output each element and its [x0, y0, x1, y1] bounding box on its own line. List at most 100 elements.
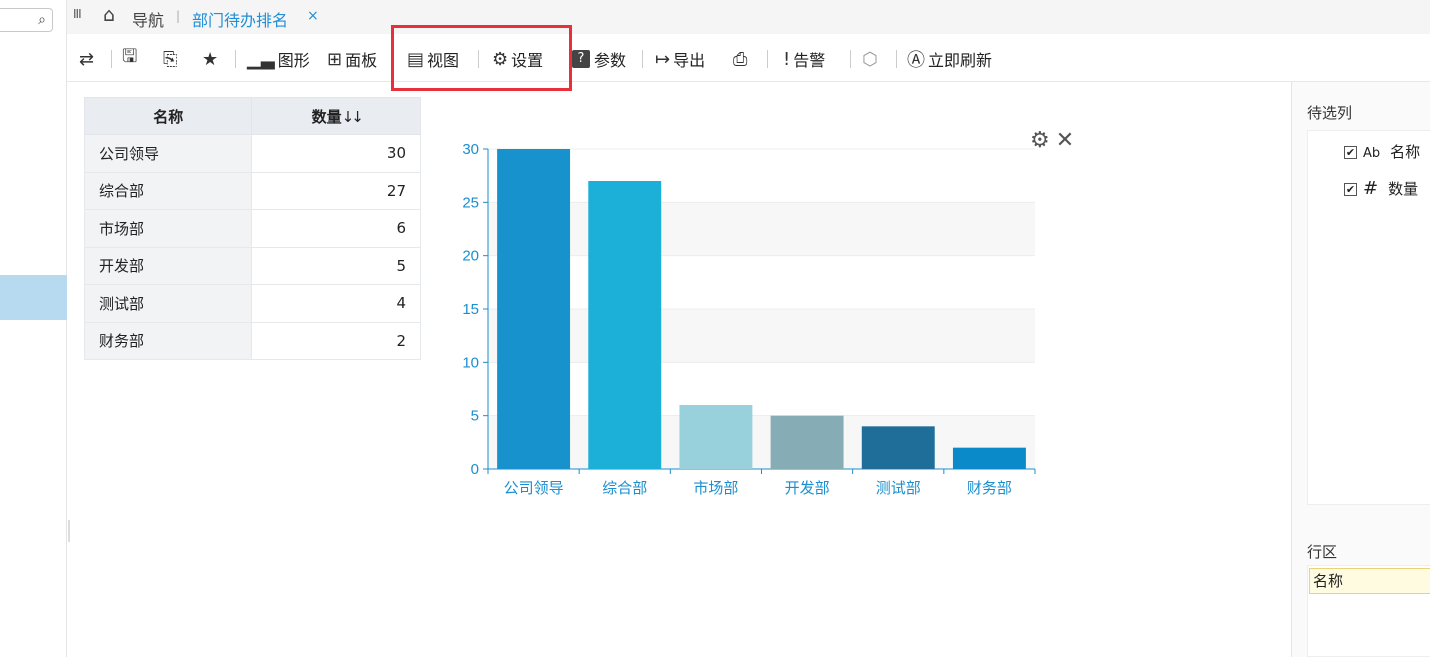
count-header-label: 数量: [311, 107, 342, 126]
help-icon: ?: [572, 50, 590, 68]
save-icon[interactable]: 🖫: [122, 46, 140, 70]
chart-label: 图形: [277, 51, 310, 70]
text-type-icon: Ab: [1363, 146, 1381, 161]
bar-chart-icon: ▁▃: [247, 48, 275, 70]
bar-chart: 0 5 10 15 20 25 30 公司领导 综合部 市场部 开发部 测试部 财务部: [462, 141, 1036, 497]
chart-tools: ⚙ ✕: [1030, 128, 1080, 153]
chart-bar: [588, 181, 662, 469]
cell-count: 5: [251, 246, 421, 285]
cell-name: 综合部: [83, 171, 253, 210]
y-tick-label: 10: [462, 354, 479, 371]
panel-label: 面板: [345, 51, 378, 70]
refresh-now-button[interactable]: Ⓐ 立即刷新: [907, 48, 993, 71]
x-tick-label: 开发部: [785, 479, 830, 497]
cell-count: 2: [251, 321, 421, 360]
home-icon[interactable]: ⌂: [103, 4, 115, 26]
table-row[interactable]: 市场部 6: [83, 209, 421, 248]
row-area-title: 行区: [1307, 543, 1338, 561]
x-tick-label: 测试部: [876, 479, 921, 497]
search-input[interactable]: ⌕: [0, 8, 53, 32]
breadcrumb-separator: |: [176, 9, 181, 23]
table-row[interactable]: 公司领导 30: [83, 134, 421, 173]
cell-name: 财务部: [83, 321, 253, 360]
export-icon: ↦: [655, 48, 671, 70]
column-header-name[interactable]: 名称: [83, 97, 253, 135]
field-name[interactable]: ✔ Ab 名称: [1344, 141, 1420, 162]
right-panel: 待选列 ✔ Ab 名称 ✔ # 数量 行区 名称: [1291, 82, 1430, 657]
alert-label: 告警: [793, 51, 826, 70]
number-type-icon: #: [1363, 178, 1379, 199]
refresh-now-label: 立即刷新: [928, 51, 993, 70]
field-count[interactable]: ✔ # 数量: [1344, 178, 1418, 199]
sort-icon[interactable]: ↓↓: [342, 108, 364, 126]
toolbar-divider: [111, 50, 112, 68]
data-table: 名称 数量↓↓ 公司领导 30 综合部 27 市场部 6 开发部 5 测试部 4 财务部 2: [83, 97, 421, 360]
field-count-label: 数量: [1388, 180, 1419, 198]
row-field-chip[interactable]: 名称: [1309, 568, 1430, 594]
toolbar: ⇄ 🖫 ⎘ ★ ▁▃ 图形 ⊞ 面板 ▤ 视图 ⚙ 设置 ? 参数 ↦ 导出 ⎙ ! 告警 ⬡…: [67, 34, 1430, 82]
toolbar-divider: [896, 50, 897, 68]
cell-name: 测试部: [83, 284, 253, 323]
cell-name: 开发部: [83, 246, 253, 285]
menu-toggle-icon[interactable]: III: [73, 7, 82, 21]
toolbar-divider: [642, 50, 643, 68]
cell-name: 公司领导: [83, 134, 253, 173]
table-row[interactable]: 财务部 2: [83, 321, 421, 360]
search-icon[interactable]: ⌕: [38, 12, 46, 28]
panel-button[interactable]: ⊞ 面板: [327, 48, 378, 71]
chart-bar: [679, 405, 753, 469]
cell-name: 市场部: [83, 209, 253, 248]
close-tab-icon[interactable]: ×: [307, 8, 319, 24]
cell-count: 4: [251, 284, 421, 323]
tab-bar: III ⌂ 导航 | 部门待办排名 ×: [67, 0, 1430, 34]
tab-dept-ranking[interactable]: 部门待办排名: [192, 7, 288, 31]
toolbar-divider: [235, 50, 236, 68]
chart-bar: [497, 149, 571, 469]
auto-refresh-icon: Ⓐ: [907, 50, 925, 71]
pending-columns-title: 待选列: [1307, 104, 1353, 122]
alert-button[interactable]: ! 告警: [783, 48, 826, 71]
nav-home-link[interactable]: 导航: [132, 7, 164, 31]
y-tick-label: 0: [471, 461, 479, 478]
favorite-icon[interactable]: ★: [202, 48, 221, 70]
y-tick-label: 25: [462, 194, 479, 211]
table-row[interactable]: 开发部 5: [83, 246, 421, 285]
left-sidebar: ⌕: [0, 0, 67, 657]
checkbox-name[interactable]: ✔: [1344, 146, 1357, 159]
x-tick-label: 公司领导: [504, 479, 564, 497]
highlight-annotation: [391, 25, 572, 91]
x-tick-label: 市场部: [693, 479, 738, 497]
close-chart-icon[interactable]: ✕: [1056, 128, 1074, 153]
chart-settings-icon[interactable]: ⚙: [1030, 128, 1050, 153]
checkbox-count[interactable]: ✔: [1344, 183, 1357, 196]
splitter-handle[interactable]: [68, 520, 70, 542]
toolbar-divider: [767, 50, 768, 68]
y-tick-label: 5: [471, 408, 479, 425]
params-button[interactable]: ? 参数: [572, 48, 626, 70]
chart-bar: [952, 447, 1026, 469]
sidebar-selected-item[interactable]: [0, 275, 67, 320]
column-header-count[interactable]: 数量↓↓: [251, 97, 421, 135]
cell-count: 6: [251, 209, 421, 248]
print-icon[interactable]: ⎙: [733, 48, 750, 70]
y-tick-label: 15: [462, 301, 479, 318]
params-label: 参数: [594, 51, 627, 70]
x-tick-label: 财务部: [967, 479, 1012, 497]
save-as-icon[interactable]: ⎘: [163, 48, 180, 70]
y-tick-label: 30: [462, 141, 479, 158]
chart-bar: [770, 415, 844, 469]
x-tick-label: 综合部: [602, 479, 647, 497]
y-tick-label: 20: [462, 248, 479, 265]
chart-bar: [861, 426, 935, 469]
table-row[interactable]: 测试部 4: [83, 284, 421, 323]
table-row[interactable]: 综合部 27: [83, 171, 421, 210]
export-button[interactable]: ↦ 导出: [655, 48, 706, 71]
cube-icon[interactable]: ⬡: [862, 48, 881, 70]
chart-button[interactable]: ▁▃ 图形: [247, 48, 310, 71]
panel-icon: ⊞: [327, 48, 343, 70]
refresh-icon[interactable]: ⇄: [79, 48, 97, 70]
export-label: 导出: [673, 51, 706, 70]
toolbar-divider: [850, 50, 851, 68]
alert-icon: !: [783, 48, 791, 70]
cell-count: 30: [251, 134, 421, 173]
